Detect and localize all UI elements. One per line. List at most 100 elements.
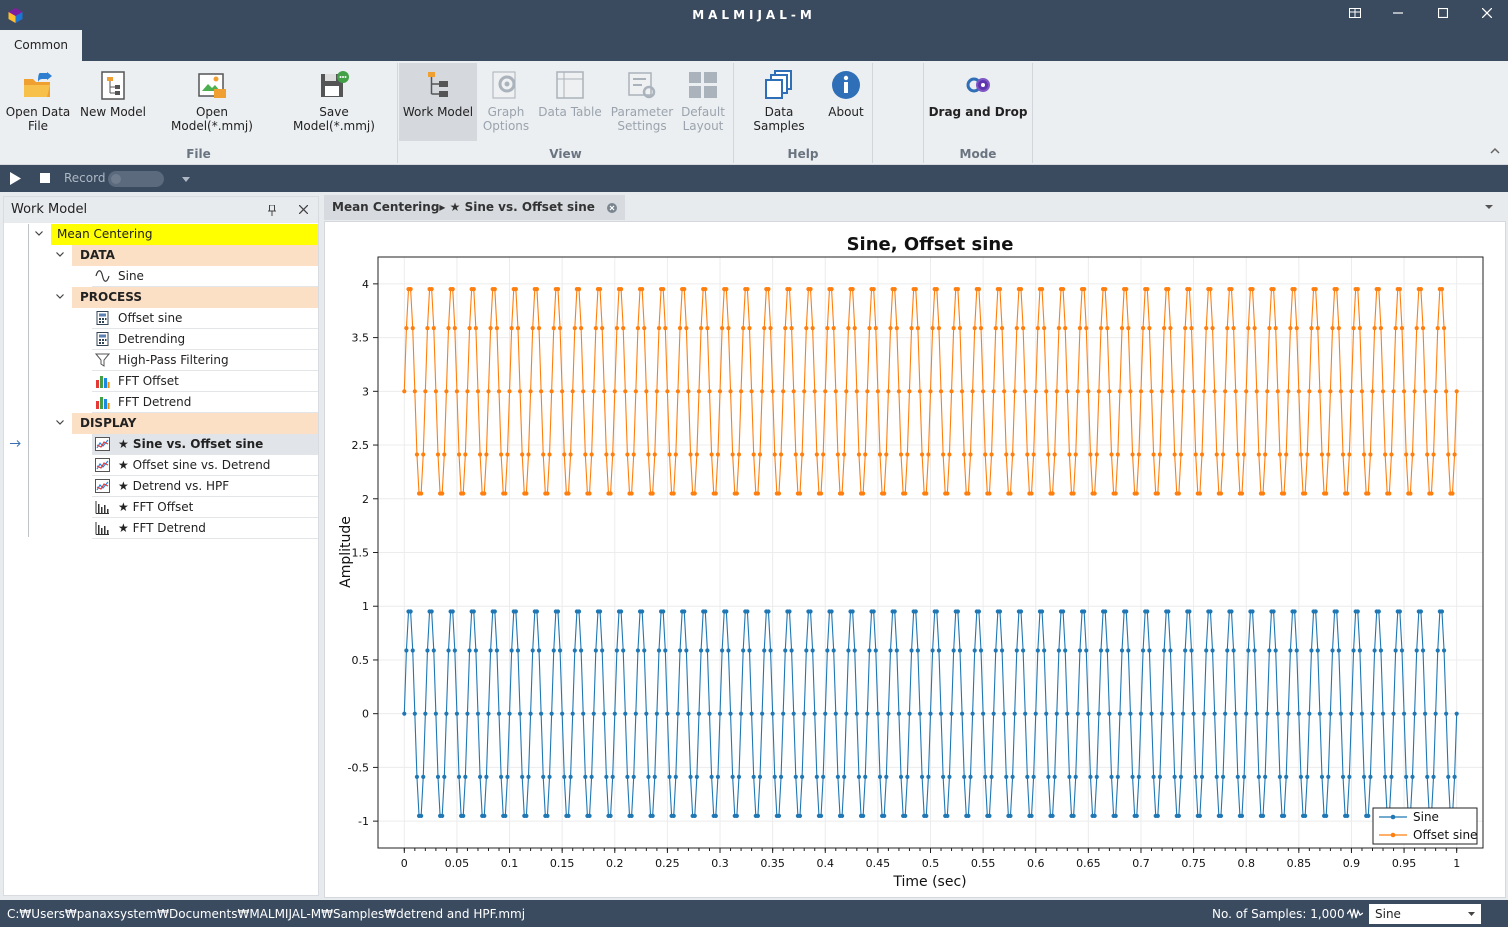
data-point	[688, 774, 693, 779]
x-tick-label: 0.2	[606, 857, 624, 870]
work-model-button[interactable]: Work Model	[399, 63, 477, 141]
data-point	[1305, 452, 1310, 457]
data-point	[597, 287, 603, 292]
tab-list-dropdown-icon[interactable]	[1485, 205, 1493, 209]
group-separator	[872, 63, 873, 163]
data-point	[1044, 711, 1049, 716]
data-point	[509, 326, 514, 331]
tree-item-fft-detrend[interactable]: FFT Detrend	[92, 392, 318, 413]
tree-item-high-pass-filtering[interactable]: High-Pass Filtering	[92, 350, 318, 371]
tree-item-detrending[interactable]: Detrending	[92, 329, 318, 350]
expand-chevron-icon[interactable]	[35, 231, 43, 236]
tree-item-fft-offset[interactable]: FFT Offset	[92, 371, 318, 392]
data-point	[1178, 774, 1184, 779]
tree-section-process[interactable]: PROCESS	[72, 287, 318, 308]
data-point	[456, 452, 462, 457]
tree-item-sine-vs-offset-sine[interactable]: ★ Sine vs. Offset sine	[92, 434, 318, 455]
about-button[interactable]: About	[824, 63, 868, 141]
graph-options-button[interactable]: Graph Options	[479, 63, 533, 141]
data-point	[1004, 774, 1009, 779]
document-tab[interactable]: Mean Centering▸ ★ Sine vs. Offset sine	[324, 195, 625, 220]
expand-chevron-icon[interactable]	[56, 294, 64, 299]
data-point	[1010, 774, 1015, 779]
data-point	[1105, 648, 1110, 653]
chevron-down-icon[interactable]	[182, 177, 190, 182]
legend[interactable]: Sine Offset sine	[1372, 807, 1478, 845]
data-point	[802, 711, 807, 716]
data-point	[667, 774, 672, 779]
tree-root-mean-centering[interactable]: Mean Centering	[51, 224, 318, 245]
data-point	[1212, 711, 1217, 716]
minimize-button[interactable]	[1383, 4, 1413, 26]
data-point	[1061, 609, 1066, 614]
data-point	[892, 287, 897, 292]
series-select-value: Sine	[1375, 907, 1401, 921]
data-point	[1199, 774, 1205, 779]
data-point	[1202, 389, 1207, 394]
open-data-file-button[interactable]: Open Data File	[4, 63, 72, 141]
data-point	[907, 389, 912, 394]
tree-item-fft-offset-display[interactable]: ★ FFT Offset	[92, 497, 318, 518]
collapse-ribbon-icon[interactable]	[1490, 147, 1500, 155]
data-point	[909, 648, 914, 653]
data-point	[1098, 648, 1104, 653]
tree-section-display[interactable]: DISPLAY	[72, 413, 318, 434]
stop-icon[interactable]	[40, 173, 50, 183]
parameter-settings-button[interactable]: Parameter Settings	[609, 63, 675, 141]
close-button[interactable]	[1472, 4, 1502, 26]
expand-chevron-icon[interactable]	[56, 252, 64, 257]
chart[interactable]: Sine, Offset sine Amplitude Time (sec) 0…	[325, 222, 1505, 897]
default-layout-button[interactable]: Default Layout	[678, 63, 728, 141]
pin-icon[interactable]	[268, 205, 276, 216]
data-point	[696, 711, 702, 716]
data-point	[888, 326, 893, 331]
maximize-button[interactable]	[1428, 4, 1458, 26]
expand-chevron-icon[interactable]	[56, 420, 64, 425]
data-point	[1256, 774, 1261, 779]
tree-item-detrend-vs-hpf[interactable]: ★ Detrend vs. HPF	[92, 476, 318, 497]
data-point	[768, 648, 773, 653]
drag-and-drop-button[interactable]: Drag and Drop	[926, 63, 1030, 141]
data-point	[623, 711, 628, 716]
open-model-button[interactable]: Open Model(*.mmj)	[154, 63, 270, 141]
data-point	[892, 609, 897, 614]
tree-item-offset-sine[interactable]: Offset sine	[92, 308, 318, 329]
data-point	[829, 287, 834, 292]
data-point	[863, 774, 868, 779]
data-point	[751, 774, 756, 779]
group-label-help: Help	[787, 147, 819, 161]
data-point	[1021, 326, 1026, 331]
data-point	[1418, 609, 1424, 614]
data-point	[1307, 711, 1312, 716]
save-model-button[interactable]: Save Model(*.mmj)	[277, 63, 391, 141]
data-point	[755, 491, 761, 496]
tree-item-offset-sine-vs-detrend[interactable]: ★ Offset sine vs. Detrend	[92, 455, 318, 476]
data-point	[734, 813, 739, 818]
close-tab-icon[interactable]	[606, 203, 617, 213]
tree-item-fft-detrend-display[interactable]: ★ FFT Detrend	[92, 518, 318, 539]
data-point	[966, 491, 971, 496]
close-panel-icon[interactable]	[299, 205, 308, 214]
data-point	[793, 452, 798, 457]
data-point	[818, 813, 824, 818]
tree-item-sine[interactable]: Sine	[92, 266, 318, 287]
data-point	[1250, 287, 1255, 292]
series-select[interactable]: Sine	[1369, 904, 1481, 924]
data-table-button[interactable]: Data Table	[537, 63, 603, 141]
data-point	[724, 609, 729, 614]
data-point	[947, 774, 952, 779]
restore-layout-button[interactable]	[1340, 4, 1370, 26]
data-point	[1239, 491, 1245, 496]
data-samples-button[interactable]: Data Samples	[738, 63, 820, 141]
data-point	[705, 648, 710, 653]
tab-common[interactable]: Common	[0, 30, 82, 61]
play-icon[interactable]	[10, 172, 21, 185]
data-point	[978, 648, 984, 653]
record-toggle[interactable]	[108, 171, 164, 187]
data-point	[604, 774, 609, 779]
data-point	[1155, 813, 1160, 818]
data-point	[1423, 389, 1428, 394]
tree-section-data[interactable]: DATA	[72, 245, 318, 266]
data-point	[833, 389, 838, 394]
new-model-button[interactable]: New Model	[78, 63, 148, 141]
